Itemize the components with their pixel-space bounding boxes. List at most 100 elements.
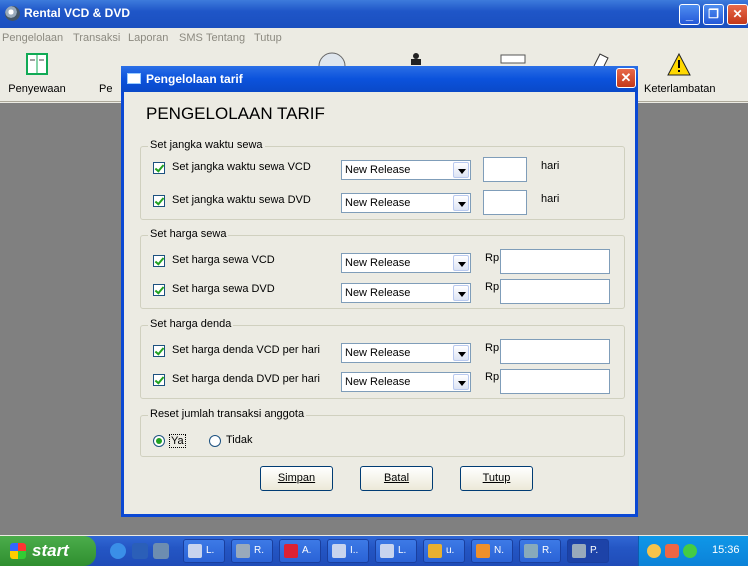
chevron-down-icon[interactable]	[453, 162, 469, 178]
task-item-8[interactable]: R.	[519, 539, 561, 563]
app-disc-icon	[5, 6, 20, 21]
app-quicklaunch-icon[interactable]	[153, 543, 169, 559]
start-label: start	[32, 541, 69, 560]
input-denda-dvd[interactable]	[500, 369, 610, 394]
tray-icon[interactable]	[647, 544, 661, 558]
select-value: New Release	[345, 197, 411, 209]
toolbar-label-partial: Pe	[99, 83, 113, 95]
select-value: New Release	[345, 376, 411, 388]
input-jangka-dvd[interactable]	[483, 190, 527, 215]
task-label: N.	[494, 545, 504, 556]
clock[interactable]: 15:36	[712, 544, 740, 556]
user-icon[interactable]	[408, 53, 424, 65]
system-tray: 15:36	[638, 536, 748, 566]
task-item-6[interactable]: u.	[423, 539, 465, 563]
prefix-rp-denda-dvd: Rp	[485, 371, 500, 383]
menu-sms[interactable]: SMS	[179, 32, 203, 44]
task-label: L.	[398, 545, 407, 556]
select-value: New Release	[345, 287, 411, 299]
group-jangka-waktu: Set jangka waktu sewa Set jangka waktu s…	[140, 139, 625, 220]
checkbox-jangka-vcd[interactable]	[153, 162, 165, 174]
select-denda-vcd[interactable]: New Release	[341, 343, 471, 363]
select-value: New Release	[345, 164, 411, 176]
toolbar-penyewaan-button[interactable]: Penyewaan	[2, 52, 72, 100]
task-item-3[interactable]: A.	[279, 539, 321, 563]
restore-icon[interactable]: ❐	[703, 4, 724, 25]
input-jangka-vcd[interactable]	[483, 157, 527, 182]
prefix-rp-denda-vcd: Rp	[485, 342, 500, 354]
task-icon	[572, 544, 586, 558]
task-item-9[interactable]: P.	[567, 539, 609, 563]
select-jangka-vcd[interactable]: New Release	[341, 160, 471, 180]
warning-icon	[667, 52, 691, 76]
toolbar-label-keterlambatan: Keterlambatan	[644, 83, 716, 95]
checkbox-harga-dvd[interactable]	[153, 284, 165, 296]
menu-tutup[interactable]: Tutup	[254, 32, 282, 44]
chevron-down-icon[interactable]	[453, 345, 469, 361]
cancel-button-label: Batal	[383, 472, 410, 484]
task-icon	[380, 544, 394, 558]
input-denda-vcd[interactable]	[500, 339, 610, 364]
group-harga-denda: Set harga denda Set harga denda VCD per …	[140, 318, 625, 399]
select-harga-dvd[interactable]: New Release	[341, 283, 471, 303]
input-harga-dvd[interactable]	[500, 279, 610, 304]
windows-flag-icon	[10, 543, 26, 559]
main-close-icon[interactable]: ✕	[727, 4, 748, 25]
label-denda-vcd: Set harga denda VCD per hari	[172, 344, 320, 356]
select-harga-vcd[interactable]: New Release	[341, 253, 471, 273]
main-window-titlebar[interactable]: Rental VCD & DVD _ ❐ ✕	[0, 0, 748, 28]
group-label-harga: Set harga sewa	[148, 228, 229, 240]
tray-icon[interactable]	[665, 544, 679, 558]
window-icon	[127, 73, 141, 84]
tray-icon[interactable]	[683, 544, 697, 558]
radio-tidak[interactable]	[209, 435, 221, 447]
start-button[interactable]: start	[0, 536, 96, 566]
minimize-icon[interactable]: _	[679, 4, 700, 25]
select-denda-dvd[interactable]: New Release	[341, 372, 471, 392]
toolbar-keterlambatan-button[interactable]: Keterlambatan	[644, 52, 716, 100]
checkbox-denda-dvd[interactable]	[153, 374, 165, 386]
group-reset-transaksi: Reset jumlah transaksi anggota Ya Tidak	[140, 408, 625, 457]
checkbox-jangka-dvd[interactable]	[153, 195, 165, 207]
unit-hari-dvd: hari	[541, 193, 560, 205]
cancel-button[interactable]: Batal	[360, 466, 433, 491]
task-item-7[interactable]: N.	[471, 539, 513, 563]
unit-hari-vcd: hari	[541, 160, 560, 172]
input-harga-vcd[interactable]	[500, 249, 610, 274]
save-button[interactable]: Simpan	[260, 466, 333, 491]
task-item-2[interactable]: R.	[231, 539, 273, 563]
menu-tentang[interactable]: Tentang	[206, 32, 245, 44]
prefix-rp-dvd: Rp	[485, 281, 500, 293]
toolbar-label-penyewaan: Penyewaan	[8, 83, 66, 95]
task-item-1[interactable]: L.	[183, 539, 225, 563]
checkbox-denda-vcd[interactable]	[153, 345, 165, 357]
menu-laporan[interactable]: Laporan	[128, 32, 168, 44]
chevron-down-icon[interactable]	[453, 255, 469, 271]
chevron-down-icon[interactable]	[453, 374, 469, 390]
ie-icon[interactable]	[110, 543, 126, 559]
task-label: I..	[350, 545, 359, 556]
disc-icon[interactable]	[317, 52, 347, 66]
menu-pengelolaan[interactable]: Pengelolaan	[2, 32, 63, 44]
task-item-5[interactable]: L.	[375, 539, 417, 563]
dialog-titlebar[interactable]: Pengelolaan tarif ✕	[121, 66, 638, 92]
task-icon	[332, 544, 346, 558]
save-button-label: Simpan	[277, 472, 316, 484]
radio-ya[interactable]	[153, 435, 165, 447]
word-icon[interactable]	[132, 543, 148, 559]
select-jangka-dvd[interactable]: New Release	[341, 193, 471, 213]
sms-icon[interactable]	[590, 52, 612, 66]
menu-transaksi[interactable]: Transaksi	[73, 32, 120, 44]
chevron-down-icon[interactable]	[453, 285, 469, 301]
checkbox-harga-vcd[interactable]	[153, 255, 165, 267]
main-window-title: Rental VCD & DVD	[24, 6, 131, 20]
dialog-close-icon[interactable]: ✕	[616, 68, 636, 88]
prefix-rp-vcd: Rp	[485, 252, 500, 264]
group-label-denda: Set harga denda	[148, 318, 234, 330]
report-icon[interactable]	[500, 54, 526, 64]
chevron-down-icon[interactable]	[453, 195, 469, 211]
close-button[interactable]: Tutup	[460, 466, 533, 491]
tarif-dialog: Pengelolaan tarif ✕ PENGELOLAAN TARIF Se…	[121, 66, 638, 517]
group-label-reset: Reset jumlah transaksi anggota	[148, 408, 307, 420]
task-item-4[interactable]: I..	[327, 539, 369, 563]
